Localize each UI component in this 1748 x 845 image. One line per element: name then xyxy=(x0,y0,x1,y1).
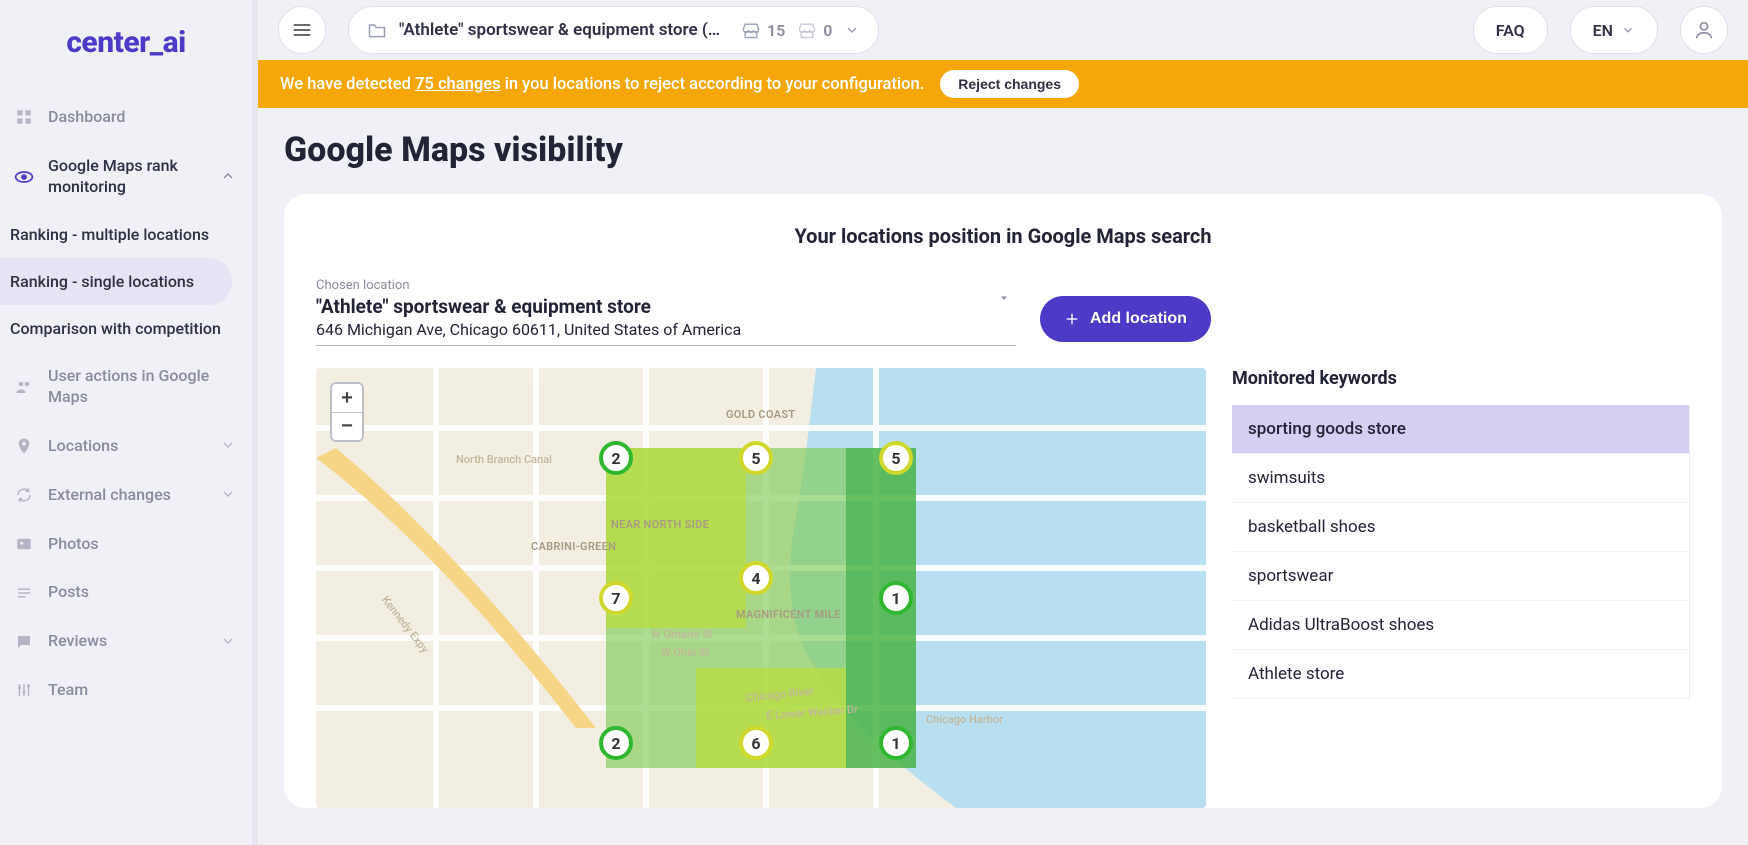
dashboard-icon xyxy=(14,107,34,127)
nav-locations-label: Locations xyxy=(48,436,206,457)
logo: center_ai xyxy=(66,25,185,60)
location-select[interactable]: Chosen location "Athlete" sportswear & e… xyxy=(316,278,1016,346)
nav-user-actions-label: User actions in Google Maps xyxy=(48,366,238,408)
location-select-label: Chosen location xyxy=(316,278,1016,293)
hamburger-icon xyxy=(292,22,312,38)
map-marker[interactable]: 5 xyxy=(879,441,913,475)
banner-text: We have detected 75 changes in you locat… xyxy=(280,75,924,94)
chevron-up-icon xyxy=(220,168,238,186)
keyword-item[interactable]: sporting goods store xyxy=(1232,405,1689,454)
chevron-down-icon xyxy=(220,486,238,504)
nav-team-label: Team xyxy=(48,680,238,701)
photo-icon xyxy=(14,534,34,554)
topbar: "Athlete" sportswear & equipment store (… xyxy=(258,0,1748,60)
nav-external-label: External changes xyxy=(48,485,206,506)
banner-pre: We have detected xyxy=(280,75,415,94)
zoom-out-button[interactable]: − xyxy=(332,412,362,440)
banner-link[interactable]: 75 changes xyxy=(415,75,501,94)
stat-secondary-value: 0 xyxy=(823,21,832,40)
zoom-in-button[interactable]: + xyxy=(332,384,362,412)
reject-changes-button[interactable]: Reject changes xyxy=(940,70,1079,98)
chevron-down-icon xyxy=(220,633,238,651)
posts-icon xyxy=(14,583,34,603)
store-selector[interactable]: "Athlete" sportswear & equipment store (… xyxy=(348,6,879,54)
map-marker[interactable]: 2 xyxy=(599,441,633,475)
nav-posts[interactable]: Posts xyxy=(0,568,252,617)
map-marker[interactable]: 2 xyxy=(599,726,633,760)
faq-button[interactable]: FAQ xyxy=(1473,6,1548,54)
keyword-item[interactable]: sportswear xyxy=(1232,552,1689,601)
chat-icon xyxy=(14,632,34,652)
map[interactable]: GOLD COAST NEAR NORTH SIDE CABRINI-GREEN… xyxy=(316,368,1206,808)
main: "Athlete" sportswear & equipment store (… xyxy=(258,0,1748,845)
subnav-single[interactable]: Ranking - single locations xyxy=(0,258,232,305)
keyword-item[interactable]: swimsuits xyxy=(1232,454,1689,503)
profile-button[interactable] xyxy=(1680,6,1728,54)
nav-dashboard[interactable]: Dashboard xyxy=(0,93,252,142)
nav-rank-monitoring[interactable]: Google Maps rank monitoring xyxy=(0,142,252,212)
visibility-card: Your locations position in Google Maps s… xyxy=(284,194,1722,808)
banner-post: in you locations to reject according to … xyxy=(501,75,925,94)
subnav-multiple[interactable]: Ranking - multiple locations xyxy=(0,211,252,258)
stat-stores: 15 xyxy=(741,21,785,40)
language-selector[interactable]: EN xyxy=(1570,6,1658,54)
map-marker[interactable]: 1 xyxy=(879,581,913,615)
hamburger-button[interactable] xyxy=(278,6,326,54)
store-name: "Athlete" sportswear & equipment store (… xyxy=(399,20,729,40)
language-label: EN xyxy=(1593,21,1613,40)
zoom-control: + − xyxy=(330,382,364,442)
logo-wrap: center_ai xyxy=(0,0,252,85)
nav-external[interactable]: External changes xyxy=(0,471,252,520)
keywords-list: sporting goods storeswimsuitsbasketball … xyxy=(1232,405,1690,699)
keyword-item[interactable]: Adidas UltraBoost shoes xyxy=(1232,601,1689,650)
sidebar: center_ai Dashboard Google Maps rank mon… xyxy=(0,0,258,845)
folder-icon xyxy=(367,21,387,39)
page-title: Google Maps visibility xyxy=(284,130,1722,170)
nav-photos[interactable]: Photos xyxy=(0,520,252,569)
faq-label: FAQ xyxy=(1496,21,1525,40)
keyword-item[interactable]: basketball shoes xyxy=(1232,503,1689,552)
nav-team[interactable]: Team xyxy=(0,666,252,715)
eye-icon xyxy=(14,167,34,187)
chevron-down-icon xyxy=(844,22,860,38)
sliders-icon xyxy=(14,680,34,700)
nav-reviews[interactable]: Reviews xyxy=(0,617,252,666)
stat-stores-value: 15 xyxy=(767,21,785,40)
add-location-button[interactable]: Add location xyxy=(1040,296,1211,342)
nav-posts-label: Posts xyxy=(48,582,238,603)
rank-subnav: Ranking - multiple locations Ranking - s… xyxy=(0,211,252,352)
nav-rank-monitoring-label: Google Maps rank monitoring xyxy=(48,156,206,198)
storefront-icon xyxy=(797,21,817,39)
map-marker[interactable]: 5 xyxy=(739,441,773,475)
keyword-item[interactable]: Athlete store xyxy=(1232,650,1689,699)
map-marker[interactable]: 4 xyxy=(739,561,773,595)
nav-photos-label: Photos xyxy=(48,534,238,555)
keywords-title: Monitored keywords xyxy=(1232,368,1690,389)
sync-icon xyxy=(14,485,34,505)
content: Google Maps visibility Your locations po… xyxy=(258,108,1748,830)
nav-user-actions[interactable]: User actions in Google Maps xyxy=(0,352,252,422)
user-icon xyxy=(1693,19,1715,41)
chevron-down-icon xyxy=(220,437,238,455)
storefront-icon xyxy=(741,21,761,39)
pin-icon xyxy=(14,436,34,456)
stat-secondary: 0 xyxy=(797,21,832,40)
card-heading: Your locations position in Google Maps s… xyxy=(316,224,1690,248)
nav-reviews-label: Reviews xyxy=(48,631,206,652)
map-marker[interactable]: 1 xyxy=(879,726,913,760)
location-name: "Athlete" sportswear & equipment store xyxy=(316,295,1016,318)
nav-locations[interactable]: Locations xyxy=(0,422,252,471)
location-address: 646 Michigan Ave, Chicago 60611, United … xyxy=(316,320,1016,339)
add-location-label: Add location xyxy=(1090,310,1187,328)
subnav-compare[interactable]: Comparison with competition xyxy=(0,305,252,352)
users-icon xyxy=(14,377,34,397)
caret-down-icon xyxy=(998,292,1010,304)
alert-banner: We have detected 75 changes in you locat… xyxy=(258,60,1748,108)
map-marker[interactable]: 6 xyxy=(739,726,773,760)
keywords-panel: Monitored keywords sporting goods stores… xyxy=(1232,368,1690,808)
map-marker[interactable]: 7 xyxy=(599,581,633,615)
plus-icon xyxy=(1064,311,1080,327)
chevron-down-icon xyxy=(1621,23,1635,37)
nav-dashboard-label: Dashboard xyxy=(48,107,238,128)
